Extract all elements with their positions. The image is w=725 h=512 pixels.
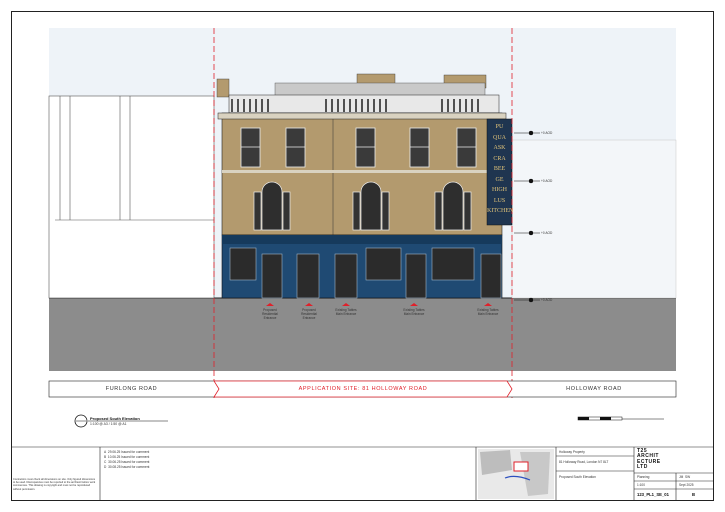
neighbour-building-left [48, 95, 215, 299]
drawing-scale-value: 1:100 [637, 483, 645, 487]
drawing-date: Sept 2025 [679, 483, 694, 487]
drawing-scale: 1:100 @ A3 / 1:50 @ A1 [90, 422, 127, 426]
firm-logo: T25 ARCHIT ECTURE LTD [637, 448, 661, 471]
level-label: +0 AOD [541, 298, 553, 302]
drawn-by: JM SW [679, 475, 691, 479]
entrance-label: Proposed Residential Entrance [262, 308, 278, 320]
revision-row: C 30.06.25 Issued for comment [104, 460, 150, 464]
cornice [217, 112, 507, 120]
elevation-drawing [11, 28, 714, 501]
location-plan [478, 449, 554, 499]
drawing-title: Proposed South Elevation [90, 416, 140, 421]
entrance-label: Proposed Residential Entrance [301, 308, 317, 320]
road-label-furlong: FURLONG ROAD [105, 386, 158, 392]
string-course [222, 170, 502, 173]
drawing-status: Planning [637, 475, 650, 479]
drawing-name: Proposed South Elevation [559, 475, 596, 479]
shopfront-fascia [222, 235, 502, 244]
revision-row: D 30.08.25 Issued for comment [104, 465, 150, 469]
road-label-site: APPLICATION SITE: 81 HOLLOWAY ROAD [298, 386, 428, 392]
scale-bar [577, 416, 664, 421]
level-label: +0 AOD [541, 231, 553, 235]
road-label-holloway: HOLLOWAY ROAD [566, 386, 622, 392]
entrance-label: Existing Tables Main Entrance [403, 308, 425, 316]
neighbour-building-right [511, 139, 677, 299]
level-label: +0 AOD [541, 179, 553, 183]
level-label: +0 AOD [541, 131, 553, 135]
drawing-notes: Contractors must check all dimensions on… [13, 478, 96, 491]
entrance-label: Existing Tables Main Entrance [477, 308, 499, 316]
pub-sign-text: PU QUA ASK CRA BEE GE HIGH LUS KITCHEN [487, 124, 514, 214]
client-name: Holloway Property [559, 450, 585, 454]
project-address: 81 Holloway Road, London N7 8LT [559, 460, 609, 464]
revision-row: A 29.06.25 Issued for comment [104, 450, 150, 454]
drawing-revision: B [692, 492, 696, 497]
drawing-number: 123_PL1_SE_01 [637, 492, 669, 497]
ground-section [49, 298, 676, 371]
entrance-label: Existing Tables Main Entrance [335, 308, 357, 316]
revision-row: B 10.06.25 Issued for comment [104, 455, 150, 459]
